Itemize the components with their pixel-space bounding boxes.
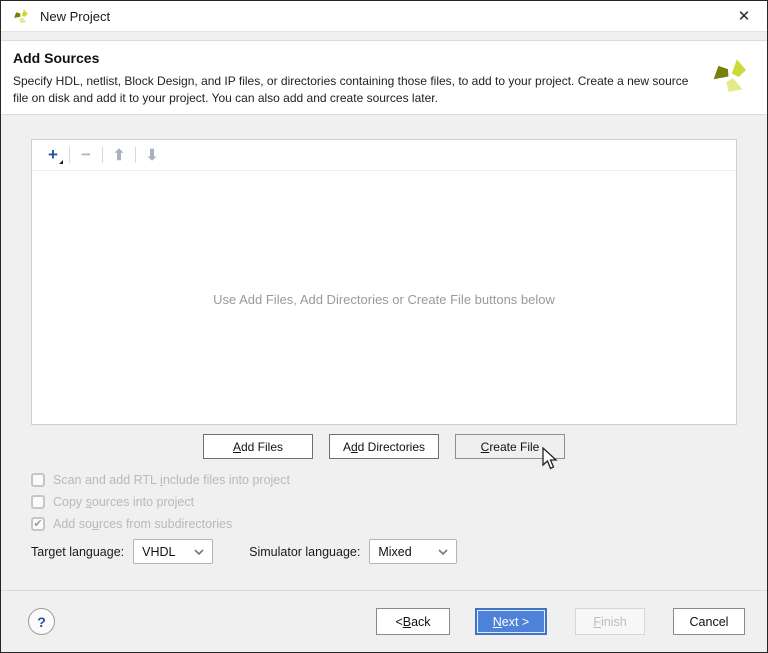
sources-toolbar: + − ⬆ ⬇ bbox=[32, 140, 736, 171]
page-description: Specify HDL, netlist, Block Design, and … bbox=[13, 74, 689, 105]
selected-value: VHDL bbox=[142, 544, 176, 559]
label-mnemonic: B bbox=[402, 614, 412, 629]
checkbox-unchecked bbox=[31, 495, 45, 509]
new-project-dialog: New Project ✕ Add Sources Specify HDL, n… bbox=[0, 0, 768, 653]
label-post: ack bbox=[411, 614, 431, 629]
wizard-body: + − ⬆ ⬇ Use Add Files, Add Directories o… bbox=[1, 139, 767, 564]
back-button[interactable]: < Back bbox=[376, 608, 450, 635]
checkbox-unchecked bbox=[31, 473, 45, 487]
label-mnemonic: d bbox=[350, 439, 358, 454]
label-pre: < bbox=[395, 614, 403, 629]
label-post: inish bbox=[600, 614, 627, 629]
checkbox-label: Copy sources into project bbox=[53, 495, 195, 509]
sources-panel: + − ⬆ ⬇ Use Add Files, Add Directories o… bbox=[31, 139, 737, 425]
chevron-down-icon bbox=[194, 548, 204, 555]
check-icon: ✔ bbox=[33, 517, 43, 530]
wizard-header: Add Sources Specify HDL, netlist, Block … bbox=[1, 40, 767, 115]
checkbox-checked: ✔ bbox=[31, 517, 45, 531]
checkbox-label: Add sources from subdirectories bbox=[53, 517, 233, 531]
title-bar: New Project ✕ bbox=[1, 1, 767, 32]
source-actions-row: Add Files Add Directories Create File bbox=[31, 434, 737, 459]
move-up-icon: ⬆ bbox=[112, 147, 126, 164]
add-source-icon[interactable]: + bbox=[41, 143, 65, 167]
empty-sources-hint: Use Add Files, Add Directories or Create… bbox=[213, 292, 555, 307]
add-files-button[interactable]: Add Files bbox=[203, 434, 313, 459]
vivado-logo-icon bbox=[14, 8, 28, 23]
simulator-language-select[interactable]: Mixed bbox=[369, 539, 458, 564]
target-language-select[interactable]: VHDL bbox=[133, 539, 214, 564]
finish-button: Finish bbox=[575, 608, 645, 635]
target-language-label: Target language: bbox=[31, 544, 125, 559]
add-subdirectories-option: ✔ Add sources from subdirectories bbox=[31, 517, 737, 531]
move-down-icon: ⬇ bbox=[145, 147, 159, 164]
label-post: dd Files bbox=[240, 439, 284, 454]
window-title: New Project bbox=[40, 8, 111, 24]
simulator-language-label: Simulator language: bbox=[249, 544, 361, 559]
plus-dropdown-corner-icon bbox=[59, 160, 63, 164]
label-mnemonic: N bbox=[492, 614, 502, 629]
mouse-cursor bbox=[542, 447, 558, 470]
xilinx-brand-icon bbox=[713, 59, 746, 92]
chevron-down-icon bbox=[438, 548, 448, 555]
label-post: ext > bbox=[501, 614, 530, 629]
wizard-footer: ? < Back Next > Finish Cancel bbox=[1, 590, 767, 652]
remove-source-icon: − bbox=[81, 145, 91, 164]
label-mnemonic: C bbox=[480, 439, 490, 454]
label-mnemonic: F bbox=[593, 614, 601, 629]
language-row: Target language: VHDL Simulator language… bbox=[31, 539, 737, 564]
label-pre: A bbox=[342, 439, 351, 454]
help-icon[interactable]: ? bbox=[28, 608, 55, 635]
next-button[interactable]: Next > bbox=[475, 608, 547, 635]
wizard-nav-buttons: < Back Next > Finish Cancel bbox=[376, 608, 745, 635]
scan-rtl-option: Scan and add RTL include files into proj… bbox=[31, 473, 737, 487]
checkbox-label: Scan and add RTL include files into proj… bbox=[53, 473, 290, 487]
selected-value: Mixed bbox=[378, 544, 412, 559]
cancel-button[interactable]: Cancel bbox=[673, 608, 745, 635]
toolbar-separator bbox=[69, 147, 70, 163]
close-icon[interactable]: ✕ bbox=[733, 5, 755, 27]
toolbar-separator bbox=[102, 147, 103, 163]
label-post: d Directories bbox=[357, 439, 426, 454]
copy-sources-option: Copy sources into project bbox=[31, 495, 737, 509]
label-post: reate File bbox=[489, 439, 540, 454]
toolbar-separator bbox=[135, 147, 136, 163]
label-mnemonic: A bbox=[232, 439, 241, 454]
options-group: Scan and add RTL include files into proj… bbox=[31, 473, 737, 531]
plus-glyph: + bbox=[48, 145, 58, 164]
page-title: Add Sources bbox=[13, 50, 100, 66]
add-directories-button[interactable]: Add Directories bbox=[329, 434, 439, 459]
